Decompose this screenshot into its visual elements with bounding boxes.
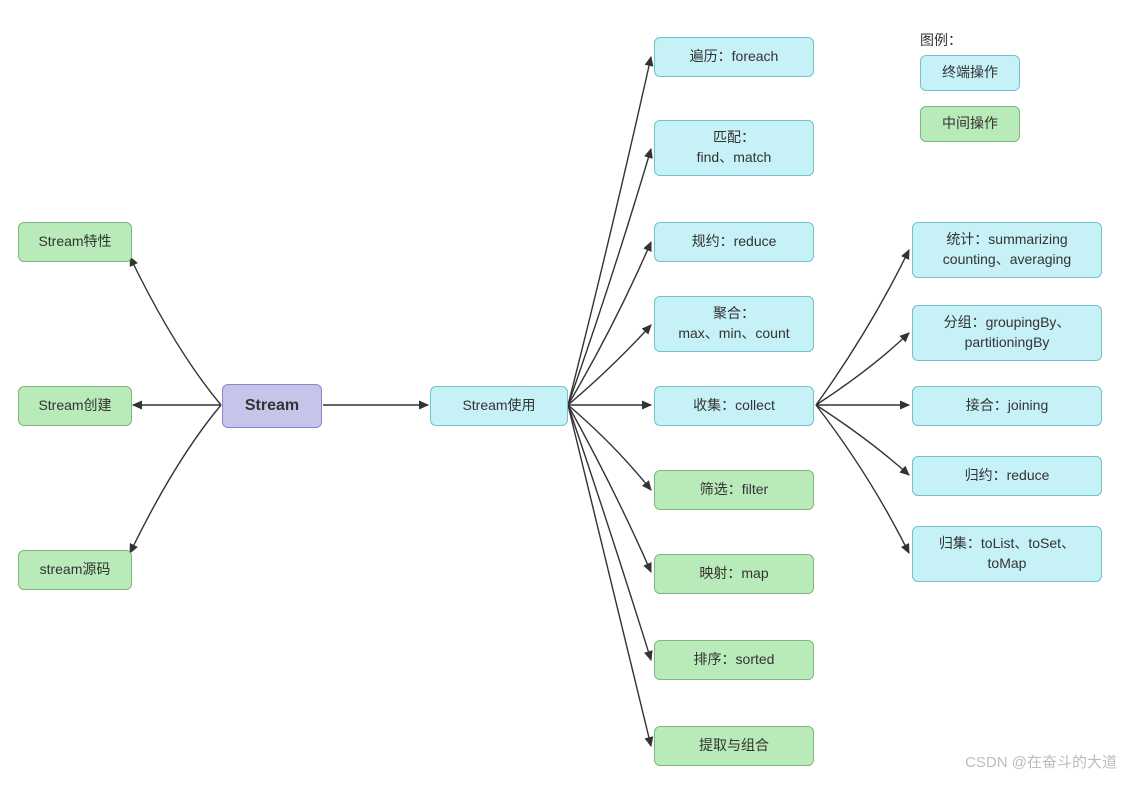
watermark: CSDN @在奋斗的大道 xyxy=(965,751,1117,772)
node-filter: 筛选：filter xyxy=(654,470,814,510)
node-tolist: 归集：toList、toSet、 toMap xyxy=(912,526,1102,582)
node-reduce: 规约：reduce xyxy=(654,222,814,262)
node-collect: 收集：collect xyxy=(654,386,814,426)
label: 归约：reduce xyxy=(965,466,1050,486)
label: Stream xyxy=(245,395,299,417)
label: 提取与组合 xyxy=(699,736,769,756)
label: 接合：joining xyxy=(966,396,1048,416)
node-summarizing: 统计：summarizing counting、averaging xyxy=(912,222,1102,278)
node-stream-create: Stream创建 xyxy=(18,386,132,426)
node-grouping: 分组：groupingBy、 partitioningBy xyxy=(912,305,1102,361)
label: 聚合： max、min、count xyxy=(678,304,789,343)
node-stream-root: Stream xyxy=(222,384,322,428)
label: Stream创建 xyxy=(38,396,111,416)
node-stream-source: stream源码 xyxy=(18,550,132,590)
node-joining: 接合：joining xyxy=(912,386,1102,426)
node-sorted: 排序：sorted xyxy=(654,640,814,680)
node-aggregate: 聚合： max、min、count xyxy=(654,296,814,352)
label: 规约：reduce xyxy=(692,232,777,252)
node-map: 映射：map xyxy=(654,554,814,594)
label: 收集：collect xyxy=(693,396,775,416)
node-reduce2: 归约：reduce xyxy=(912,456,1102,496)
label: 映射：map xyxy=(699,564,768,584)
label: 中间操作 xyxy=(942,114,998,134)
legend-intermediate: 中间操作 xyxy=(920,106,1020,142)
label: 归集：toList、toSet、 toMap xyxy=(939,534,1075,573)
node-match: 匹配： find、match xyxy=(654,120,814,176)
legend-title: 图例： xyxy=(920,30,962,50)
label: 筛选：filter xyxy=(700,480,768,500)
label: stream源码 xyxy=(40,560,111,580)
label: Stream特性 xyxy=(38,232,111,252)
label: 匹配： find、match xyxy=(697,128,772,167)
node-extract: 提取与组合 xyxy=(654,726,814,766)
label: 分组：groupingBy、 partitioningBy xyxy=(944,313,1071,352)
label: 遍历：foreach xyxy=(690,47,779,67)
node-foreach: 遍历：foreach xyxy=(654,37,814,77)
legend-terminal: 终端操作 xyxy=(920,55,1020,91)
label: 统计：summarizing counting、averaging xyxy=(943,230,1071,269)
node-stream-properties: Stream特性 xyxy=(18,222,132,262)
label: 终端操作 xyxy=(942,63,998,83)
label: 排序：sorted xyxy=(694,650,775,670)
label: Stream使用 xyxy=(462,396,535,416)
node-stream-usage: Stream使用 xyxy=(430,386,568,426)
